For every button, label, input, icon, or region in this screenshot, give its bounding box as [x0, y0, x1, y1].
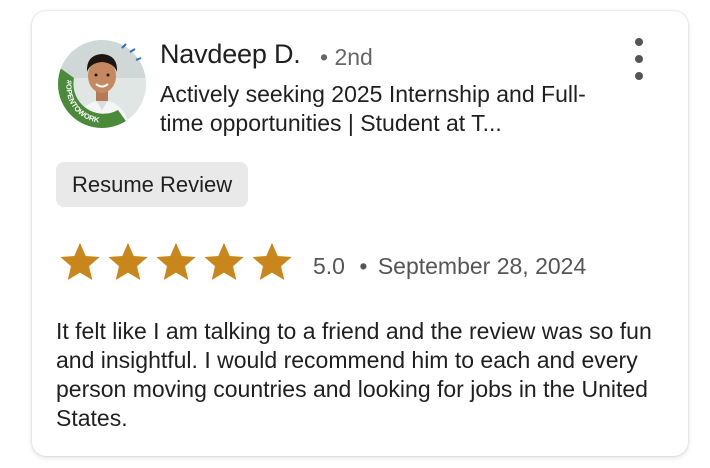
service-tag: Resume Review — [56, 162, 249, 207]
reviewer-name[interactable]: Navdeep D. — [160, 39, 301, 70]
star-icon — [156, 242, 196, 280]
star-icon — [252, 242, 292, 280]
separator-dot: • — [359, 253, 368, 279]
profile-photo: #OPENTOWORK — [58, 40, 146, 128]
avatar[interactable]: #OPENTOWORK — [56, 38, 148, 130]
star-icon — [204, 242, 244, 280]
review-card: #OPENTOWORK Navdeep D. • 2nd Actively se… — [32, 11, 688, 456]
rating-line: 5.0 • September 28, 2024 — [313, 253, 586, 280]
star-icon — [108, 242, 148, 280]
star-icon — [60, 242, 100, 280]
reviewer-headline: Actively seeking 2025 Internship and Ful… — [160, 81, 586, 136]
rating-value: 5.0 — [313, 253, 345, 279]
connection-degree: • 2nd — [320, 44, 373, 70]
review-text: It felt like I am talking to a friend an… — [56, 318, 652, 431]
more-vertical-icon[interactable] — [628, 38, 650, 82]
star-rating — [58, 240, 294, 284]
review-date: September 28, 2024 — [377, 253, 587, 279]
